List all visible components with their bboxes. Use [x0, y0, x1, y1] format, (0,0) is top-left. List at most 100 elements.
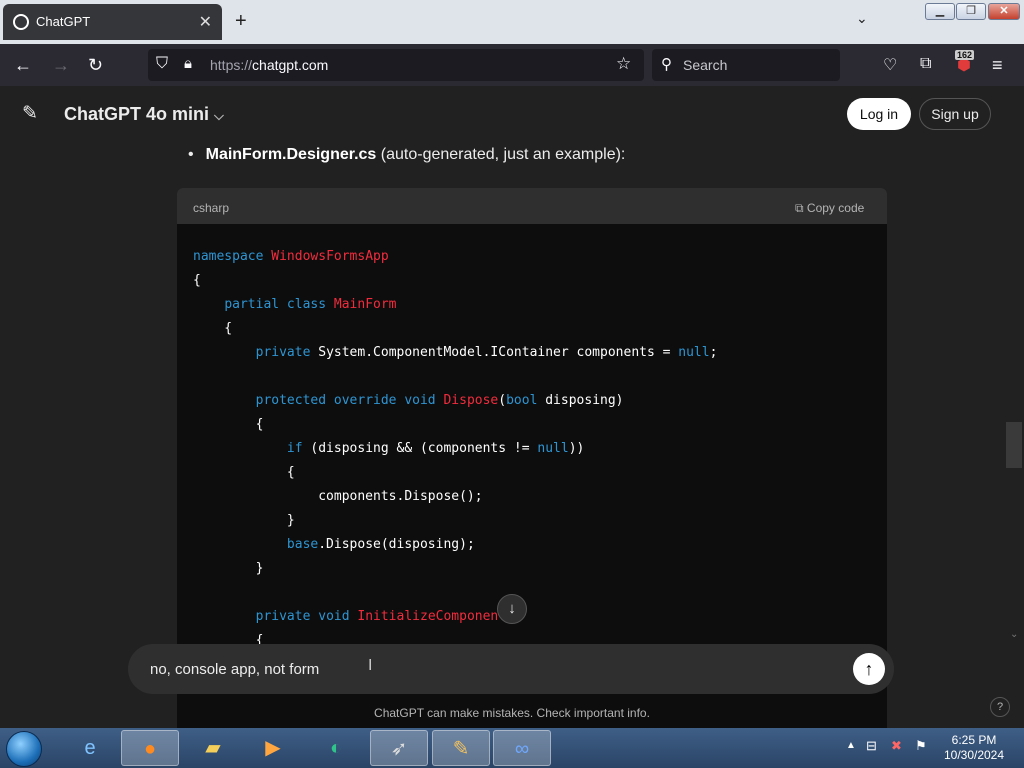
copy-code-label: Copy code — [806, 201, 865, 215]
message-input[interactable]: no, console app, not form — [150, 661, 319, 678]
code-token: { — [193, 273, 201, 288]
disclaimer-text: ChatGPT can make mistakes. Check importa… — [374, 706, 650, 720]
code-line: private void InitializeComponent() — [193, 605, 717, 629]
code-token: System.ComponentModel.IContainer compone… — [318, 345, 679, 360]
scroll-to-bottom-button[interactable]: ↓ — [497, 594, 527, 624]
code-token: )) — [568, 441, 585, 456]
model-selector[interactable]: ChatGPT 4o mini ⌵ — [64, 104, 224, 125]
sign-up-button[interactable]: Sign up — [919, 98, 991, 130]
show-hidden-icons-icon[interactable]: ▲ — [846, 740, 856, 751]
media-player-icon[interactable]: ▶ — [244, 730, 302, 766]
taskbar: e ● ▰ ▶ ◐ ➶ ✎ ∞ ▲ ⊟ ✖ ⚑ 6:25 PM 10/30/20… — [0, 728, 1024, 768]
tab-title: ChatGPT — [36, 14, 91, 29]
start-button[interactable] — [6, 731, 42, 767]
code-token: private void — [255, 609, 358, 624]
code-token: ; — [709, 345, 718, 360]
send-button[interactable]: ↑ — [853, 653, 885, 685]
help-button[interactable]: ? — [990, 697, 1010, 717]
message-composer[interactable]: no, console app, not form I ↑ — [128, 644, 894, 694]
code-token: { — [193, 465, 295, 480]
code-line: protected override void Dispose(bool dis… — [193, 389, 717, 413]
navigation-toolbar: ← → ↻ ⛉ 🔒︎ https://chatgpt.com ☆ ⚲ Searc… — [0, 44, 1024, 86]
code-token: } — [193, 513, 295, 528]
code-token: null — [537, 441, 569, 456]
file-explorer-icon[interactable]: ▰ — [184, 730, 242, 766]
list-item: • MainForm.Designer.cs (auto-generated, j… — [188, 146, 625, 164]
extension-badge: 162 — [955, 50, 975, 60]
log-in-button[interactable]: Log in — [847, 98, 911, 130]
code-token: protected override void — [255, 393, 444, 408]
code-line: } — [193, 557, 717, 581]
forward-arrow-icon[interactable]: → — [52, 55, 70, 76]
copy-code-button[interactable]: ⧉ Copy code — [795, 201, 864, 216]
code-token: components.Dispose(); — [193, 489, 483, 504]
code-token: partial class — [224, 297, 334, 312]
scroll-down-arrow-icon[interactable]: ⌄ — [1010, 629, 1018, 640]
bookmark-star-icon[interactable]: ☆ — [616, 54, 631, 74]
url-text[interactable]: https://chatgpt.com — [210, 57, 328, 73]
volume-muted-icon[interactable]: ✖ — [891, 738, 902, 754]
code-line: components.Dispose(); — [193, 485, 717, 509]
new-chat-icon[interactable]: ✎ — [22, 102, 38, 125]
internet-explorer-icon[interactable]: e — [61, 730, 119, 766]
clock-time: 6:25 PM — [951, 733, 997, 747]
tab-chatgpt[interactable]: ChatGPT ✕ — [3, 4, 222, 40]
code-token: { — [193, 321, 233, 336]
code-line: { — [193, 269, 717, 293]
extensions-icon[interactable]: ⧉ — [920, 55, 931, 73]
restore-window-button[interactable]: ❐ — [956, 3, 986, 20]
reload-icon[interactable]: ↻ — [88, 55, 103, 76]
file-name: MainForm.Designer.cs — [205, 146, 377, 163]
new-tab-icon[interactable]: + — [235, 10, 247, 33]
pocket-icon[interactable]: ♡ — [883, 55, 897, 75]
code-token: { — [193, 417, 264, 432]
code-token: ( — [498, 393, 507, 408]
chatgpt-favicon-icon — [13, 14, 29, 30]
lock-icon[interactable]: 🔒︎ — [184, 55, 192, 72]
rocket-app-icon[interactable]: ➶ — [370, 730, 428, 766]
close-window-button[interactable]: ✕ — [988, 3, 1020, 20]
app-globe-icon[interactable]: ◐ — [307, 730, 365, 766]
code-line: namespace WindowsFormsApp — [193, 245, 717, 269]
code-token: .Dispose(disposing); — [318, 537, 475, 552]
code-token: WindowsFormsApp — [271, 249, 389, 264]
infinity-app-icon[interactable]: ∞ — [493, 730, 551, 766]
tab-strip: ChatGPT ✕ + ⌄ ▁ ❐ ✕ — [0, 0, 1024, 44]
shield-icon[interactable]: ⛉ — [156, 55, 168, 73]
paint-icon[interactable]: ✎ — [432, 730, 490, 766]
search-icon: ⚲ — [661, 56, 672, 73]
code-line: base.Dispose(disposing); — [193, 533, 717, 557]
code-token: InitializeComponent — [357, 609, 507, 624]
code-token: if — [286, 441, 303, 456]
model-name: ChatGPT 4o mini — [64, 104, 210, 124]
close-tab-icon[interactable]: ✕ — [199, 12, 212, 32]
code-block-header: csharp ⧉ Copy code — [177, 188, 887, 224]
code-token: disposing) — [537, 393, 624, 408]
back-arrow-icon[interactable]: ← — [14, 55, 32, 76]
system-clock[interactable]: 6:25 PM 10/30/2024 — [936, 733, 1012, 763]
menu-icon[interactable]: ≡ — [992, 55, 1003, 76]
code-token: namespace — [193, 249, 272, 264]
code-line: { — [193, 461, 717, 485]
scrollbar-thumb[interactable] — [1006, 422, 1022, 468]
code-token: null — [678, 345, 710, 360]
list-all-tabs-icon[interactable]: ⌄ — [856, 10, 868, 27]
url-bar[interactable]: ⛉ 🔒︎ https://chatgpt.com ☆ — [148, 49, 644, 81]
action-center-flag-icon[interactable]: ⚑ — [915, 738, 927, 754]
network-icon[interactable]: ⊟ — [866, 738, 877, 754]
firefox-icon[interactable]: ● — [121, 730, 179, 766]
code-line: if (disposing && (components != null)) — [193, 437, 717, 461]
minimize-window-button[interactable]: ▁ — [925, 3, 955, 20]
code-line: } — [193, 509, 717, 533]
chevron-down-icon: ⌵ — [214, 108, 224, 123]
code-line: { — [193, 317, 717, 341]
search-bar[interactable]: ⚲ Search — [652, 49, 840, 81]
file-description: (auto-generated, just an example): — [376, 146, 626, 163]
arrow-down-icon: ↓ — [508, 600, 516, 617]
bullet-dot: • — [188, 146, 194, 163]
code-token: bool — [506, 393, 538, 408]
